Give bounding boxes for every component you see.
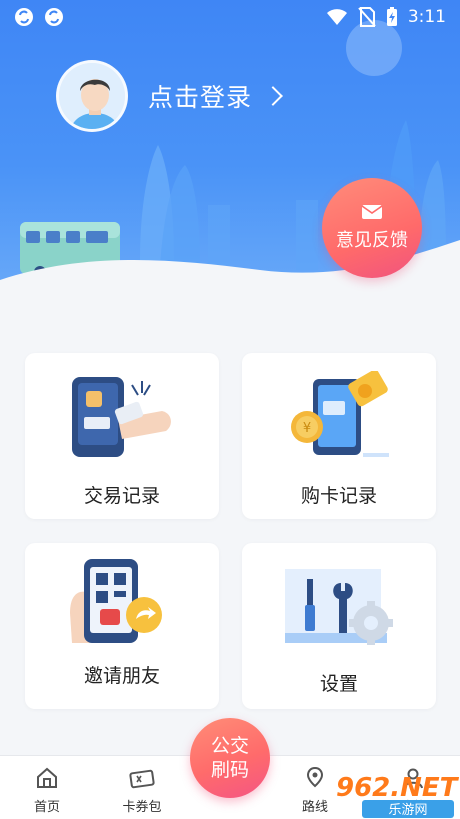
card-purchase-records-icon: ¥ (291, 371, 389, 457)
settings-tools-icon (285, 569, 393, 645)
tab-home[interactable]: 首页 (12, 766, 82, 815)
status-bar: 3:11 (0, 0, 460, 34)
card-label: 购卡记录 (300, 485, 377, 507)
card-label: 交易记录 (83, 485, 160, 507)
card-settings[interactable]: 设置 (242, 543, 436, 709)
card-invite-friends[interactable]: 邀请朋友 (25, 543, 219, 709)
battery-charging-icon (386, 7, 397, 26)
watermark-sub: 乐游网 (388, 803, 427, 818)
mail-icon (361, 205, 383, 219)
card-purchase-records[interactable]: ¥ 购卡记录 (242, 353, 436, 519)
feedback-button[interactable]: 意见反馈 (322, 178, 422, 278)
avatar[interactable] (56, 60, 128, 132)
home-icon (37, 767, 57, 788)
card-transaction-records[interactable]: 交易记录 (25, 353, 219, 519)
svg-text:¥: ¥ (303, 421, 311, 436)
invite-friends-icon (70, 559, 162, 643)
card-label: 邀请朋友 (83, 665, 160, 687)
login-text: 点击登录 (148, 83, 253, 112)
login-link[interactable]: 点击登录 (148, 78, 283, 114)
tab-label: 路线 (301, 800, 328, 815)
coupon-icon (129, 769, 155, 789)
tab-coupons[interactable]: 卡券包 (107, 766, 177, 815)
tab-label: 首页 (33, 800, 60, 815)
sync-icon (45, 8, 63, 26)
no-sim-icon (358, 7, 376, 27)
wifi-icon (326, 9, 347, 25)
tab-label: 卡券包 (122, 800, 162, 815)
fab-line-1: 公交 (210, 735, 249, 757)
feedback-label: 意见反馈 (336, 230, 408, 251)
status-time: 3:11 (407, 7, 446, 27)
route-icon (306, 766, 324, 788)
site-watermark: 962.NET 乐游网 (332, 770, 460, 819)
bus-qr-pay-button[interactable]: 公交 刷码 (190, 718, 270, 798)
watermark-logo: 962.NET 乐游网 (336, 773, 460, 818)
card-label: 设置 (319, 673, 358, 695)
watermark-brand: 962.NET (336, 773, 460, 803)
transaction-records-icon (72, 377, 171, 457)
fab-line-2: 刷码 (210, 759, 249, 781)
sync-icon (15, 8, 33, 26)
chevron-right-icon (263, 86, 283, 106)
